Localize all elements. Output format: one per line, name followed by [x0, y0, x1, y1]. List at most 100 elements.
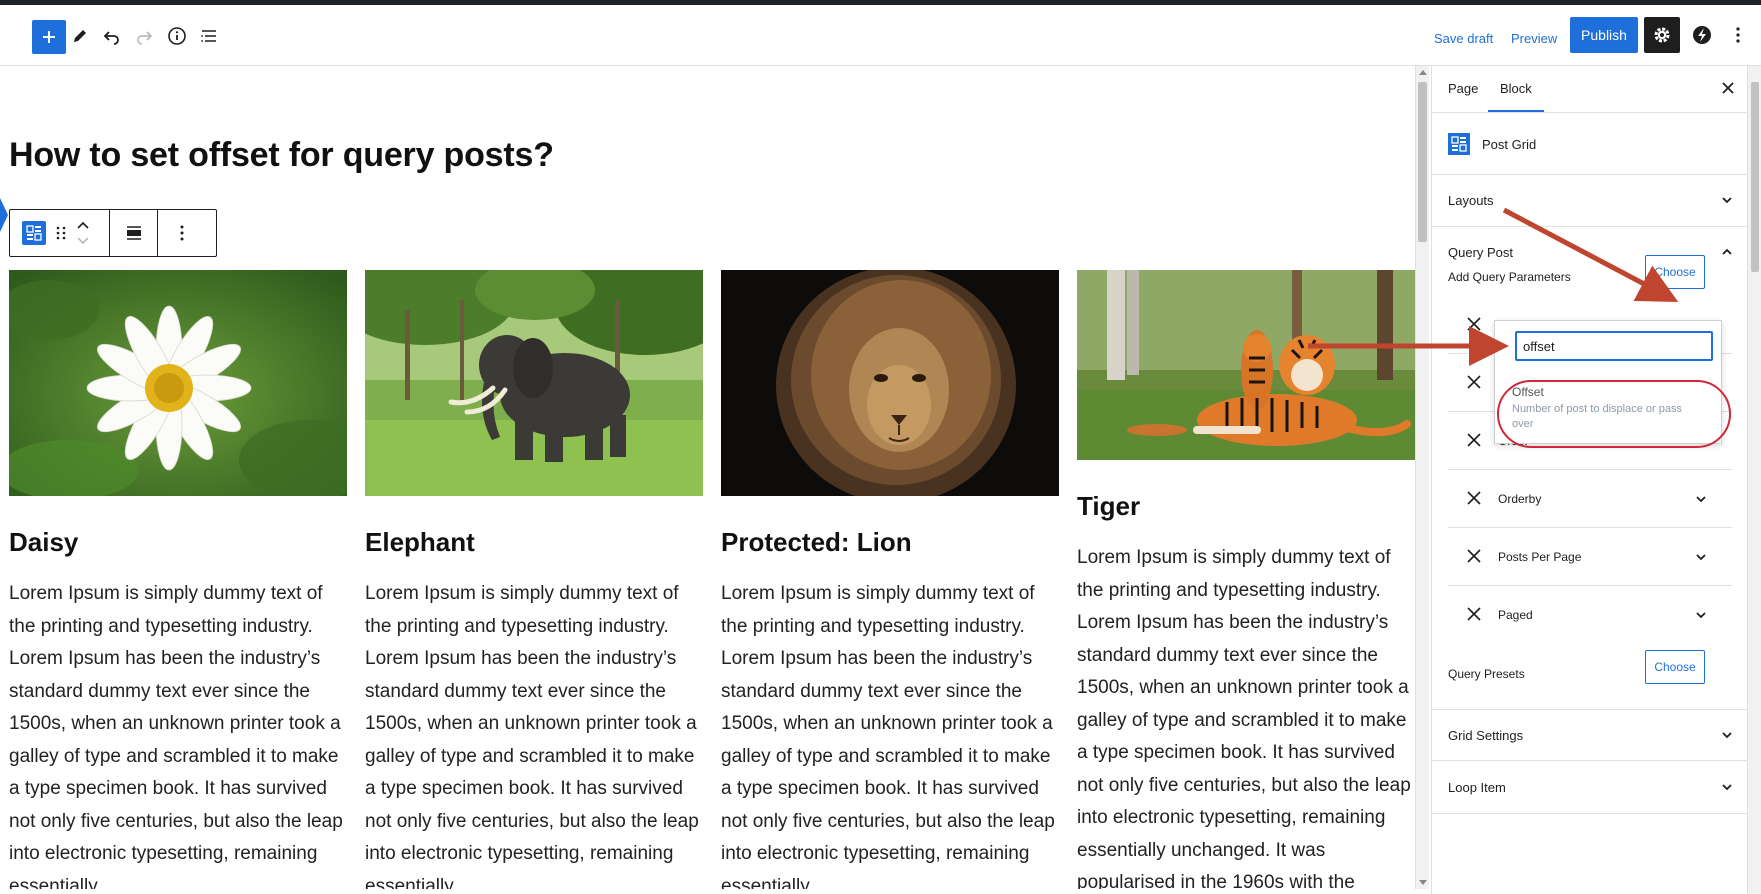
vertical-ellipsis-icon [180, 225, 184, 241]
options-menu-button[interactable] [1726, 19, 1750, 51]
redo-icon [137, 31, 153, 45]
chevron-down-icon [1722, 732, 1732, 739]
scroll-up-arrow[interactable] [1419, 70, 1427, 75]
undo-button[interactable] [96, 20, 128, 52]
move-up-down-icon [77, 221, 89, 245]
post-grid-icon [26, 225, 42, 241]
block-indicator-marker [0, 198, 8, 232]
chevron-down-icon [1722, 784, 1732, 791]
query-param-orderby[interactable]: Orderby [1448, 470, 1732, 528]
query-param-paged[interactable]: Paged [1448, 586, 1732, 644]
add-block-button[interactable] [32, 20, 66, 54]
remove-icon[interactable] [1467, 491, 1481, 505]
sidebar-tabs: Page Block [1432, 66, 1747, 113]
panel-title: Grid Settings [1448, 728, 1524, 743]
grid-item-excerpt: Lorem Ipsum is simply dummy text of the … [9, 583, 343, 889]
add-query-params-label: Add Query Parameters [1448, 270, 1571, 284]
panel-grid-settings[interactable]: Grid Settings [1432, 709, 1747, 761]
grid-item: Elephant Lorem Ipsum is simply dummy tex… [365, 270, 703, 889]
choose-query-presets-button[interactable]: Choose [1645, 650, 1705, 684]
panel-loop-item[interactable]: Loop Item [1432, 762, 1747, 814]
chevron-down-icon [1696, 554, 1706, 561]
pencil-icon [74, 30, 86, 42]
save-draft-button[interactable]: Save draft [1434, 31, 1493, 46]
remove-icon[interactable] [1467, 549, 1481, 563]
details-button[interactable] [161, 20, 193, 52]
lion-image[interactable] [721, 270, 1059, 496]
grid-item-excerpt: Lorem Ipsum is simply dummy text of the … [365, 583, 699, 889]
chevron-down-icon [1696, 496, 1706, 503]
block-toolbar-group [10, 210, 110, 256]
canvas-scrollbar[interactable] [1415, 66, 1429, 889]
tab-block[interactable]: Block [1488, 81, 1544, 112]
gear-icon [1654, 27, 1670, 43]
drag-handle-icon [56, 226, 66, 240]
settings-sidebar: Page Block Post Grid Layouts Query Post … [1431, 66, 1747, 894]
choose-query-params-button[interactable]: Choose [1645, 255, 1705, 289]
editor-canvas: How to set offset for query posts? Daisy… [9, 66, 1415, 889]
plugin-button[interactable] [1686, 19, 1718, 51]
align-icon [126, 226, 141, 240]
param-name: Orderby [1498, 492, 1542, 506]
sidebar-scrollbar-thumb[interactable] [1751, 82, 1759, 272]
editor-toolbar: Save draft Preview Publish [0, 5, 1761, 66]
publish-button[interactable]: Publish [1570, 17, 1638, 53]
grid-item-title[interactable]: Elephant [365, 526, 703, 558]
info-icon [168, 27, 186, 45]
move-block-buttons[interactable] [76, 220, 90, 246]
option-description: Number of post to displace or pass over [1512, 403, 1682, 430]
remove-icon[interactable] [1467, 317, 1481, 331]
block-card: Post Grid [1432, 113, 1747, 175]
grid-item-title[interactable]: Protected: Lion [721, 526, 1059, 558]
query-param-search-input[interactable] [1515, 331, 1713, 361]
grid-item: Daisy Lorem Ipsum is simply dummy text o… [9, 270, 347, 889]
panel-title: Loop Item [1448, 780, 1506, 795]
remove-icon[interactable] [1467, 433, 1481, 447]
query-presets-label: Query Presets [1448, 667, 1525, 681]
chevron-down-icon [1696, 612, 1706, 619]
block-options-button[interactable] [158, 210, 206, 256]
undo-icon [103, 31, 119, 45]
panel-layouts[interactable]: Layouts [1432, 175, 1747, 227]
scroll-down-arrow[interactable] [1419, 880, 1427, 885]
grid-item-excerpt: Lorem Ipsum is simply dummy text of the … [1077, 547, 1411, 889]
remove-icon[interactable] [1467, 607, 1481, 621]
post-grid-block-button[interactable] [22, 221, 46, 245]
settings-button[interactable] [1644, 17, 1680, 53]
query-param-posts-per-page[interactable]: Posts Per Page [1448, 528, 1732, 586]
grid-item: Protected: Lion Lorem Ipsum is simply du… [721, 270, 1059, 889]
preview-button[interactable]: Preview [1511, 31, 1557, 46]
vertical-ellipsis-icon [1736, 27, 1740, 43]
chevron-down-icon [1722, 197, 1732, 204]
plus-icon [43, 31, 55, 43]
tab-page[interactable]: Page [1448, 81, 1478, 96]
post-grid-icon [1448, 133, 1470, 155]
dropdown-option-offset[interactable]: Offset Number of post to displace or pas… [1497, 380, 1721, 444]
tiger-image[interactable] [1077, 270, 1415, 460]
remove-icon[interactable] [1467, 375, 1481, 389]
grid-item: Tiger Lorem Ipsum is simply dummy text o… [1077, 270, 1415, 889]
close-icon [1722, 82, 1734, 94]
post-title[interactable]: How to set offset for query posts? [9, 136, 554, 175]
edit-tool-button[interactable] [64, 20, 96, 52]
block-name: Post Grid [1482, 137, 1537, 152]
param-name: Paged [1498, 608, 1533, 622]
chevron-up-icon [1722, 248, 1732, 255]
drag-handle[interactable] [56, 225, 66, 241]
scrollbar-thumb[interactable] [1418, 82, 1427, 242]
sidebar-scrollbar[interactable] [1747, 66, 1761, 894]
panel-title: Query Post [1448, 245, 1514, 260]
block-toolbar [9, 209, 217, 257]
query-param-dropdown: Offset Number of post to displace or pas… [1494, 320, 1722, 444]
daisy-image[interactable] [9, 270, 347, 496]
option-title: Offset [1512, 385, 1544, 399]
grid-item-title[interactable]: Tiger [1077, 490, 1415, 522]
grid-item-excerpt: Lorem Ipsum is simply dummy text of the … [721, 583, 1055, 889]
elephant-image[interactable] [365, 270, 703, 496]
close-sidebar-button[interactable] [1718, 78, 1738, 98]
plugin-logo-icon [1693, 26, 1711, 44]
redo-button[interactable] [128, 20, 160, 52]
align-button[interactable] [110, 210, 158, 256]
grid-item-title[interactable]: Daisy [9, 526, 347, 558]
list-view-button[interactable] [193, 20, 225, 52]
